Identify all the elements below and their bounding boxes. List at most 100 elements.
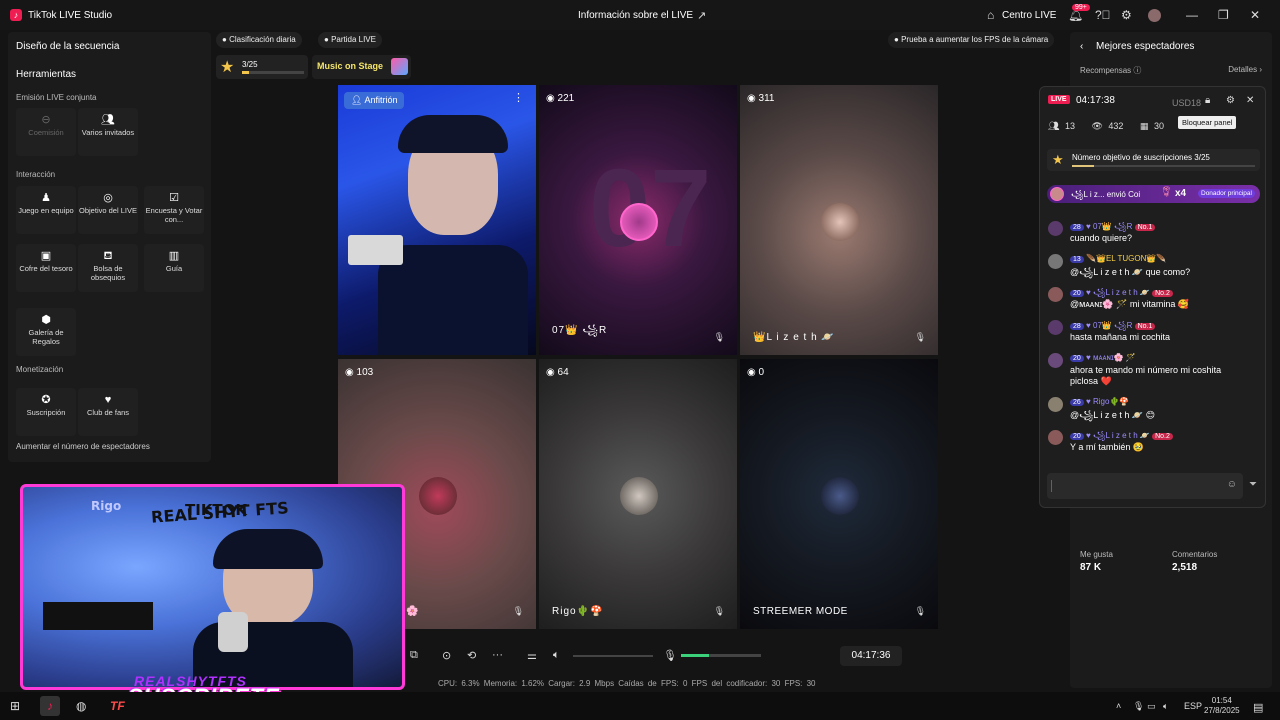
- section-interaccion: Interacción: [16, 170, 56, 179]
- chevron-up-icon[interactable]: ˄: [1116, 701, 1121, 711]
- subscription-goal-bar[interactable]: ★ Número objetivo de suscripciones 3/25: [1047, 149, 1260, 171]
- settings-sliders-icon[interactable]: ⚌: [527, 649, 537, 662]
- emoji-icon[interactable]: ☺: [1227, 479, 1237, 490]
- partida-live-button[interactable]: ● Partida LIVE: [318, 32, 382, 48]
- tool-objetivo-live[interactable]: ◎ Objetivo del LIVE: [78, 186, 138, 234]
- close-icon[interactable]: ✕: [1246, 95, 1254, 106]
- streamer-cap: [213, 529, 323, 569]
- tool-juego-equipo[interactable]: ♟ Juego en equipo: [16, 186, 76, 234]
- joystick-icon: ♟: [41, 192, 51, 204]
- aumentar-espectadores-link[interactable]: Aumentar el número de espectadores: [16, 442, 150, 451]
- message-text: Y a mí también 🥹: [1070, 442, 1145, 452]
- guest-cell-5[interactable]: ◉ 64 Rigo🌵🍄 🎙︎: [539, 359, 737, 629]
- avatar: [1048, 353, 1063, 368]
- speaker-icon[interactable]: 🔈︎: [553, 649, 560, 662]
- viewer-count: ◉ 103: [345, 367, 374, 378]
- viewer-count: ◉ 0: [747, 367, 765, 378]
- subscription-goal-widget[interactable]: ★ 3/25: [216, 55, 308, 79]
- goal-progress-fill: [1072, 165, 1094, 167]
- gift-banner: ꧁L i z... envió Coi 🌹︎ x4 Donador princi…: [1047, 185, 1260, 203]
- microphone-stand: [348, 235, 403, 265]
- guest-cell-host[interactable]: 👤︎ Anfitrión ⋮: [338, 85, 536, 355]
- tool-bolsa[interactable]: ⛾ Bolsa de obsequios: [78, 244, 138, 292]
- mic-muted-icon[interactable]: 🎙︎: [714, 332, 725, 343]
- tool-galeria[interactable]: ⬢ Galería de Regalos: [16, 308, 76, 356]
- centro-live-button[interactable]: Centro LIVE: [1002, 10, 1056, 21]
- more-options-icon[interactable]: ···: [492, 649, 503, 661]
- record-icon[interactable]: ⊙: [442, 649, 451, 662]
- close-icon[interactable]: ✕: [1250, 8, 1260, 22]
- level-badge: 20: [1070, 290, 1084, 297]
- tool-coemision[interactable]: ⊖ Coemisión: [16, 108, 76, 156]
- lock-icon[interactable]: 🔒︎: [1205, 95, 1210, 106]
- tool-encuesta[interactable]: ☑ Encuesta y Votar con...: [144, 186, 204, 234]
- mic-muted-icon[interactable]: 🎙︎: [513, 606, 524, 617]
- gear-icon[interactable]: ⚙: [1226, 95, 1235, 106]
- gear-icon[interactable]: ⚙: [1121, 8, 1132, 22]
- tool-suscripcion[interactable]: ✪ Suscripción: [16, 388, 76, 436]
- avatar[interactable]: [1148, 9, 1161, 22]
- users-icon: 👥︎: [101, 114, 115, 126]
- mic-muted-icon[interactable]: 🎙︎: [915, 332, 926, 343]
- guest-cell-3[interactable]: ◉ 311 👑L i z e t h 🪐 🎙︎: [740, 85, 938, 355]
- app-taskbar-icon[interactable]: TF: [110, 699, 125, 713]
- bag-icon: ⛾: [103, 250, 113, 262]
- layout-icon[interactable]: ⧉: [410, 649, 418, 662]
- chat-timer: 04:17:38: [1076, 95, 1115, 106]
- more-icon[interactable]: ⋮: [513, 91, 524, 104]
- tiktok-taskbar-icon[interactable]: ♪: [40, 696, 60, 716]
- heart-icon: ♥: [104, 394, 112, 406]
- mic-muted-icon[interactable]: 🎙︎: [915, 606, 926, 617]
- guest-avatar: [821, 477, 859, 515]
- fps-hint[interactable]: ● Prueba a aumentar los FPS de la cámara: [888, 32, 1055, 48]
- username: ꧁L i z e t h 🪐: [1093, 288, 1150, 297]
- network-icon[interactable]: ▭: [1147, 701, 1156, 712]
- chat-input[interactable]: ☺: [1047, 473, 1243, 499]
- chest-icon: ▣: [40, 250, 52, 262]
- message-meta: 20 ♥ ᴍᴀᴀɴɪ🌸 🪄: [1070, 353, 1136, 362]
- app-title: TikTok LIVE Studio: [28, 10, 113, 21]
- clock[interactable]: 01:54 27/8/2025: [1204, 696, 1240, 716]
- obs-taskbar-icon[interactable]: ◍: [76, 699, 86, 713]
- guest-avatar: [419, 477, 457, 515]
- username: 🪶👑EL TUGON👑🪶: [1086, 254, 1167, 263]
- sequence-design-title[interactable]: Diseño de la secuencia: [16, 41, 119, 52]
- goal-text: Número objetivo de suscripciones 3/25: [1072, 153, 1210, 162]
- language-indicator[interactable]: ESP: [1184, 701, 1202, 711]
- left-panel: Diseño de la secuencia Herramientas Emis…: [8, 32, 211, 462]
- stars-progress-fill: [242, 71, 250, 74]
- guest-cell-6[interactable]: ◉ 0 STREEMER MODE 🎙︎: [740, 359, 938, 629]
- windows-start-icon[interactable]: ⊞: [10, 699, 20, 713]
- replay-icon[interactable]: ⟲: [467, 649, 476, 662]
- mic-level-slider[interactable]: [681, 654, 761, 657]
- minimize-icon[interactable]: —: [1186, 8, 1198, 22]
- message-meta: 13 🪶👑EL TUGON👑🪶: [1070, 254, 1166, 263]
- comments-value: 2,518: [1172, 562, 1198, 573]
- help-icon[interactable]: ?⃝: [1095, 8, 1111, 22]
- live-info-button[interactable]: Información sobre el LIVE: [578, 10, 693, 21]
- guest-cell-2[interactable]: 07 ◉ 221 07👑 ꧁R 🎙︎: [539, 85, 737, 355]
- guest-name: 👑L i z e t h 🪐: [753, 332, 835, 343]
- mic-icon[interactable]: 🎙︎: [714, 606, 725, 617]
- rank-badge: No.1: [1134, 224, 1156, 231]
- tool-varios-invitados[interactable]: 👥︎ Varios invitados: [78, 108, 138, 156]
- music-on-stage-button[interactable]: Music on Stage: [312, 55, 412, 79]
- tool-cofre[interactable]: ▣ Cofre del tesoro: [16, 244, 76, 292]
- volume-slider[interactable]: [573, 655, 653, 657]
- level-badge: 26: [1070, 399, 1084, 406]
- back-icon[interactable]: ‹: [1080, 41, 1083, 52]
- tool-club-fans[interactable]: ♥ Club de fans: [78, 388, 138, 436]
- share-icon[interactable]: ↗: [697, 9, 706, 22]
- top-viewers-title: Mejores espectadores: [1096, 41, 1195, 52]
- clasificacion-diaria-button[interactable]: ● Clasificación diaria: [216, 32, 302, 48]
- filter-icon[interactable]: ⏷: [1249, 479, 1257, 490]
- notification-center-icon[interactable]: ▤: [1253, 701, 1263, 714]
- recompensas-link[interactable]: Recompensas ⓘ: [1080, 65, 1141, 76]
- tool-label: Coemisión: [28, 128, 64, 137]
- tool-guia[interactable]: ▥ Guía: [144, 244, 204, 292]
- maximize-icon[interactable]: ❐: [1218, 8, 1229, 22]
- mic-tray-icon[interactable]: 🎙︎: [1133, 701, 1144, 712]
- microphone-icon[interactable]: 🎙︎: [663, 649, 677, 662]
- detalles-link[interactable]: Detalles ›: [1228, 65, 1262, 74]
- volume-icon[interactable]: 🔈︎: [1163, 701, 1168, 712]
